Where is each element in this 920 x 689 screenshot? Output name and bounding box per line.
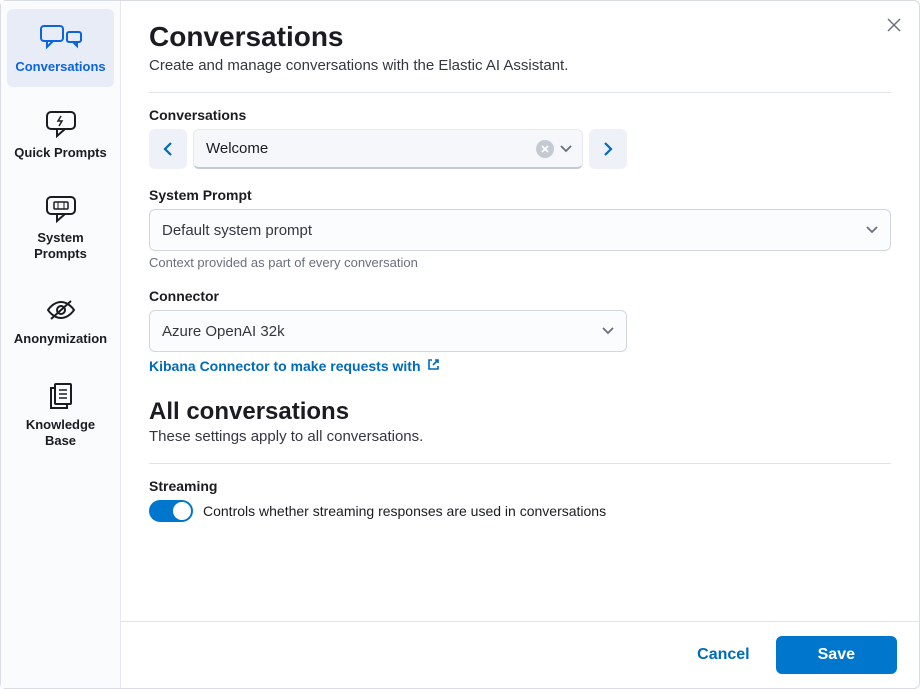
- eye-slash-icon: [46, 295, 76, 325]
- system-prompt-icon: [45, 194, 77, 224]
- chevron-down-icon: [560, 140, 572, 158]
- nav-system-prompts[interactable]: System Prompts: [7, 180, 114, 273]
- nav-label: Knowledge Base: [11, 417, 110, 448]
- next-conversation-button[interactable]: [589, 129, 627, 169]
- quick-prompt-icon: [45, 109, 77, 139]
- nav-label: Anonymization: [14, 331, 107, 347]
- all-conversations-title: All conversations: [149, 398, 891, 426]
- streaming-toggle[interactable]: [149, 500, 193, 522]
- main-panel: Conversations Create and manage conversa…: [121, 1, 919, 688]
- conversations-label: Conversations: [149, 107, 891, 123]
- nav-knowledge-base[interactable]: Knowledge Base: [7, 367, 114, 460]
- connector-link[interactable]: Kibana Connector to make requests with: [149, 358, 440, 374]
- streaming-description: Controls whether streaming responses are…: [203, 503, 606, 519]
- nav-label: Quick Prompts: [14, 145, 106, 161]
- nav-anonymization[interactable]: Anonymization: [7, 281, 114, 359]
- save-button[interactable]: Save: [776, 636, 897, 674]
- cancel-button[interactable]: Cancel: [685, 636, 761, 674]
- prev-conversation-button[interactable]: [149, 129, 187, 169]
- connector-value: Azure OpenAI 32k: [162, 323, 602, 340]
- system-prompt-help: Context provided as part of every conver…: [149, 255, 891, 270]
- chevron-down-icon: [602, 322, 614, 340]
- system-prompt-select[interactable]: Default system prompt: [149, 209, 891, 251]
- connector-link-text: Kibana Connector to make requests with: [149, 358, 421, 374]
- external-link-icon: [427, 358, 440, 374]
- conversation-select-value: Welcome: [206, 140, 530, 157]
- divider: [149, 92, 891, 93]
- page-title: Conversations: [149, 21, 891, 53]
- connector-label: Connector: [149, 288, 891, 304]
- all-conversations-subtitle: These settings apply to all conversation…: [149, 428, 891, 445]
- documents-icon: [47, 381, 75, 411]
- sidebar: Conversations Quick Prompts System Promp…: [1, 1, 121, 688]
- system-prompt-value: Default system prompt: [162, 222, 866, 239]
- system-prompt-label: System Prompt: [149, 187, 891, 203]
- chevron-down-icon: [866, 221, 878, 239]
- footer: Cancel Save: [121, 621, 919, 688]
- nav-conversations[interactable]: Conversations: [7, 9, 114, 87]
- close-button[interactable]: [881, 11, 907, 41]
- divider: [149, 463, 891, 464]
- page-subtitle: Create and manage conversations with the…: [149, 57, 891, 74]
- streaming-label: Streaming: [149, 478, 891, 494]
- clear-conversation-button[interactable]: [536, 140, 554, 158]
- nav-label: Conversations: [15, 59, 105, 75]
- conversation-select[interactable]: Welcome: [193, 129, 583, 169]
- nav-label: System Prompts: [11, 230, 110, 261]
- connector-select[interactable]: Azure OpenAI 32k: [149, 310, 627, 352]
- nav-quick-prompts[interactable]: Quick Prompts: [7, 95, 114, 173]
- chat-bubbles-icon: [39, 23, 83, 53]
